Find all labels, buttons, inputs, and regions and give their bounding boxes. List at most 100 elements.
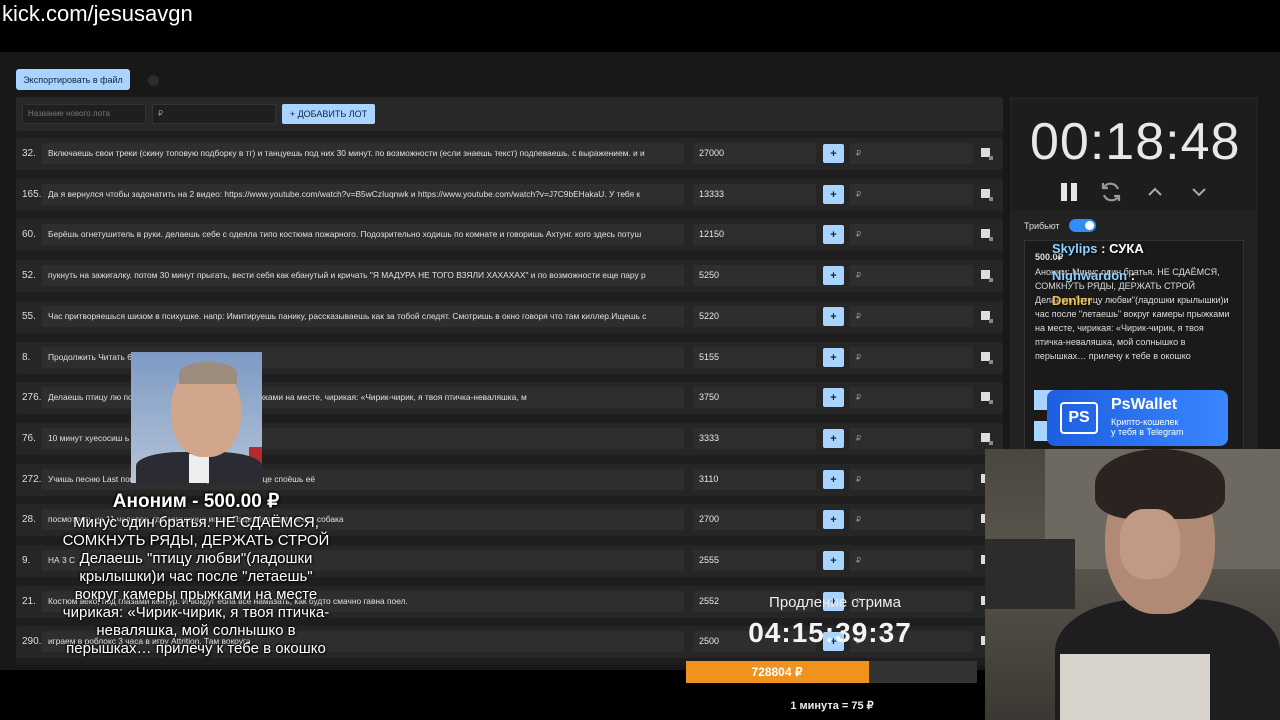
chevron-down-icon[interactable] [1187,180,1211,204]
donation-line: перышках… прилечу к тебе в окошко [66,640,326,657]
lot-number: 290. [22,636,42,647]
lot-amount: 3333 [693,428,816,449]
reset-icon[interactable] [1099,180,1123,204]
lot-price-input[interactable]: ₽ [850,469,973,490]
chat-user: Denler [1052,293,1093,308]
lot-amount: 12150 [693,224,816,245]
chevron-up-icon[interactable] [1143,180,1167,204]
lot-price-input[interactable]: ₽ [850,143,973,164]
lot-price-input[interactable]: ₽ [850,265,973,286]
extension-collected: 728804 ₽ [751,665,803,679]
lot-price-input[interactable]: ₽ [850,347,973,368]
extension-timer: 04:15:39:37 [748,617,912,648]
lot-add-button[interactable]: + [823,266,844,285]
lot-description-input[interactable]: Час притворяешься шизом в психушке. напр… [42,306,684,327]
new-lot-row: Название нового лота ₽ + ДОБАВИТЬ ЛОТ [16,97,1003,131]
lot-amount: 5250 [693,265,816,286]
lot-number: 276. [22,392,42,403]
chat-message: Nighwardon : [1052,268,1135,283]
lot-price-input[interactable]: ₽ [850,509,973,530]
lot-amount: 3750 [693,387,816,408]
donation-image-shirt [189,454,209,483]
lot-price-input[interactable]: ₽ [850,184,973,205]
donation-line: вокруг камеры прыжками на месте [74,586,318,603]
channel-url: kick.com/jesusavgn [2,1,193,26]
chat-user: Skylips [1052,241,1098,256]
lot-menu-icon[interactable] [980,351,994,365]
status-dot [148,75,159,86]
lot-amount: 3110 [693,469,816,490]
lot-row: 55. Час притворяешься шизом в психушке. н… [16,301,1003,333]
donation-alert-title: Аноним - 500.00 ₽ [112,491,280,512]
lot-number: 21. [22,596,36,607]
lot-add-button[interactable]: + [823,470,844,489]
chat-text: СУКА [1109,241,1144,256]
donation-line: СОМКНУТЬ РЯДЫ, ДЕРЖАТЬ СТРОЙ [62,532,330,549]
pause-icon[interactable] [1057,180,1081,204]
add-lot-button[interactable]: + ДОБАВИТЬ ЛОТ [282,104,375,124]
lot-menu-icon[interactable] [980,391,994,405]
webcam-feed [985,449,1280,720]
lot-menu-icon[interactable] [980,188,994,202]
lot-price-input[interactable]: ₽ [850,387,973,408]
export-button[interactable]: Экспортировать в файл [16,69,130,90]
donation-image [131,352,262,483]
tribute-label: Трибьют [1024,221,1060,231]
donation-line: чирикая: «Чирик-чирик, я твоя птичка- [62,604,330,621]
pswallet-ad[interactable]: PS PsWallet Крипто-кошелек у тебя в Tele… [1047,390,1228,446]
lot-menu-icon[interactable] [980,147,994,161]
chat-separator: : [1097,241,1110,256]
tribute-toggle[interactable] [1069,219,1096,232]
lot-amount: 5155 [693,347,816,368]
stream-frame: kick.com/jesusavgn Экспортировать в файл… [0,0,1280,720]
lot-add-button[interactable]: + [823,225,844,244]
lot-add-button[interactable]: + [823,185,844,204]
pswallet-title: PsWallet [1111,396,1178,413]
lot-menu-icon[interactable] [980,432,994,446]
lot-add-button[interactable]: + [823,388,844,407]
lot-menu-icon[interactable] [980,310,994,324]
lot-add-button[interactable]: + [823,551,844,570]
lot-amount: 13333 [693,184,816,205]
lot-description-input[interactable]: Включаешь свои треки (скину топовую подб… [42,143,684,164]
webcam-food-box [1060,654,1210,720]
lot-amount: 2700 [693,509,816,530]
lot-menu-icon[interactable] [980,228,994,242]
extension-rate: 1 минута = 75 ₽ [790,700,874,712]
chat-separator: : [1127,268,1136,283]
lot-row: 60. Берёшь огнетушитель в руки. делаешь с… [16,219,1003,251]
lot-number: 55. [22,311,36,322]
lot-price-input[interactable]: ₽ [850,428,973,449]
lot-row: 165. Да я вернулся чтобы задонатить на 2 … [16,179,1003,211]
lot-row: 52. пукнуть на зажигалку. потом 30 минут … [16,260,1003,292]
extension-label: Продление стрима [769,594,901,611]
lot-number: 60. [22,229,36,240]
new-lot-name-placeholder: Название нового лота [28,109,110,118]
lot-description-input[interactable]: Берёшь огнетушитель в руки. делаешь себе… [42,224,684,245]
auction-timer: 00:18:48 [1030,113,1241,171]
lot-add-button[interactable]: + [823,307,844,326]
lot-description-input[interactable]: пукнуть на зажигалку. потом 30 минут пры… [42,265,684,286]
lot-description-input[interactable]: Да я вернулся чтобы задонатить на 2 виде… [42,184,684,205]
chat-message: Denler [1052,293,1092,308]
lot-add-button[interactable]: + [823,348,844,367]
lot-number: 52. [22,270,36,281]
lot-add-button[interactable]: + [823,510,844,529]
lot-amount: 2555 [693,550,816,571]
donation-line: неваляшка, мой солнышко в [96,622,296,639]
chat-message: Skylips : СУКА [1052,241,1144,256]
lot-menu-icon[interactable] [980,269,994,283]
new-lot-price-input[interactable]: ₽ [152,104,276,124]
lot-add-button[interactable]: + [823,429,844,448]
lot-price-input[interactable]: ₽ [850,306,973,327]
lot-number: 165. [22,189,42,200]
new-lot-name-input[interactable]: Название нового лота [22,104,146,124]
donation-line: Делаешь "птицу любви"(ладошки [79,550,313,567]
pswallet-subtitle-2: у тебя в Telegram [1111,427,1184,437]
lot-price-input[interactable]: ₽ [850,224,973,245]
lot-number: 76. [22,433,36,444]
lot-number: 32. [22,148,36,159]
lot-add-button[interactable]: + [823,144,844,163]
donation-alert-message: Минус один братья. НЕ СДАЁМСЯ, СОМКНУТЬ … [40,514,352,658]
lot-price-input[interactable]: ₽ [850,550,973,571]
